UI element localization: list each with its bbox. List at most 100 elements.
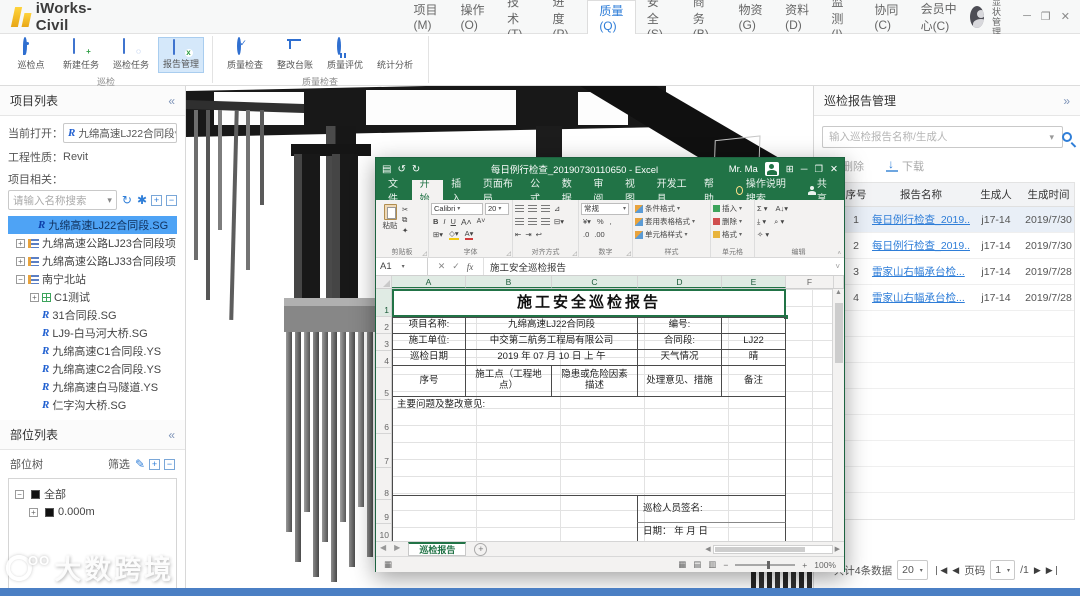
parts-tree-item[interactable]: +0.000m bbox=[15, 503, 170, 521]
restore-icon[interactable]: ❐ bbox=[1041, 10, 1051, 23]
cell-title[interactable]: 施工安全巡检报告 bbox=[392, 289, 786, 317]
expander-icon[interactable]: + bbox=[29, 507, 38, 517]
first-page-icon[interactable]: ❘◀ bbox=[933, 565, 947, 576]
zoom-out-icon[interactable]: − bbox=[723, 560, 728, 570]
dialog-launcher-icon[interactable]: ◿ bbox=[626, 250, 631, 257]
menu-material[interactable]: 物资(G) bbox=[728, 0, 775, 34]
delete-cells-button[interactable]: 删除 bbox=[722, 216, 737, 227]
report-row[interactable]: 3 雷家山右幅承台检... j17-14 2019/7/28 bbox=[820, 259, 1074, 285]
share-button[interactable]: 共享 bbox=[800, 179, 840, 205]
menu-project[interactable]: 项目(M) bbox=[403, 0, 450, 34]
tab-nav-right-icon[interactable]: ▶ bbox=[390, 542, 404, 556]
column-headers[interactable]: A B C D E F bbox=[376, 276, 844, 289]
insert-cells-button[interactable]: 插入 bbox=[722, 203, 737, 214]
name-box[interactable]: A1 bbox=[376, 258, 428, 275]
expand-all-icon[interactable]: + bbox=[149, 458, 160, 470]
menu-business[interactable]: 商务(B) bbox=[682, 0, 728, 41]
font-color-icon[interactable]: A▾ bbox=[464, 229, 474, 240]
sort-filter-icon[interactable]: A↓▾ bbox=[776, 204, 789, 213]
redo-icon[interactable]: ↻ bbox=[412, 164, 420, 175]
download-button[interactable]: 下载 bbox=[886, 157, 924, 174]
report-link[interactable]: 雷家山右幅承台检... bbox=[872, 266, 965, 278]
cut-icon[interactable]: ✂ bbox=[402, 205, 408, 214]
expander-icon[interactable]: + bbox=[16, 256, 25, 266]
font-grow-icon[interactable]: A˄ bbox=[461, 217, 472, 227]
format-table-button[interactable]: 套用表格格式 bbox=[645, 216, 690, 227]
menu-tech[interactable]: 技术(T) bbox=[496, 0, 541, 41]
excel-menu-insert[interactable]: 插入 bbox=[443, 179, 475, 205]
menu-collab[interactable]: 协同(C) bbox=[863, 0, 909, 34]
currency-icon[interactable]: ¥▾ bbox=[583, 217, 591, 226]
prev-page-icon[interactable]: ◀ bbox=[952, 565, 959, 576]
collapse-left-icon[interactable] bbox=[168, 94, 175, 108]
report-row[interactable]: 1 每日例行检查_2019... j17-14 2019/7/30 bbox=[820, 207, 1074, 233]
page-layout-view-icon[interactable]: ▤ bbox=[693, 559, 701, 570]
macro-record-icon[interactable]: ▦ bbox=[384, 559, 392, 570]
align-top-icon[interactable] bbox=[515, 204, 524, 213]
spreadsheet-grid[interactable]: 1 2 3 4 5 6 7 8 9 10 施工安全巡检报告 项目名称: 九绵高速… bbox=[376, 289, 844, 541]
report-link[interactable]: 每日例行检查_2019... bbox=[872, 240, 970, 252]
expander-icon[interactable]: + bbox=[16, 238, 25, 248]
excel-menu-review[interactable]: 审阅 bbox=[585, 179, 617, 205]
tell-me-search[interactable]: 操作说明搜索 bbox=[728, 179, 800, 205]
btn-quality-award[interactable]: 质量评优 bbox=[322, 37, 368, 73]
close-icon[interactable]: ✕ bbox=[1061, 10, 1070, 23]
search-icon[interactable] bbox=[1062, 132, 1072, 142]
italic-button[interactable]: I bbox=[443, 217, 445, 226]
enter-icon[interactable]: ✓ bbox=[452, 261, 460, 272]
horizontal-scrollbar[interactable] bbox=[712, 544, 833, 554]
orientation-icon[interactable]: ⊿ bbox=[554, 204, 560, 213]
excel-menu-help[interactable]: 帮助 bbox=[696, 179, 728, 205]
excel-menu-developer[interactable]: 开发工具 bbox=[649, 179, 696, 205]
filter-label[interactable]: 筛选 bbox=[108, 456, 130, 472]
format-painter-icon[interactable]: ✦ bbox=[402, 226, 408, 235]
btn-rectify-ledger[interactable]: 整改台账 bbox=[272, 37, 318, 73]
btn-inspection-point[interactable]: 巡检点 bbox=[8, 37, 54, 73]
decimal-increase-icon[interactable]: .0 bbox=[583, 230, 589, 239]
user-avatar[interactable] bbox=[970, 5, 985, 28]
align-middle-icon[interactable] bbox=[528, 204, 537, 213]
bold-button[interactable]: B bbox=[433, 217, 438, 226]
btn-new-task[interactable]: + 新建任务 bbox=[58, 37, 104, 73]
minimize-icon[interactable]: ─ bbox=[1023, 10, 1031, 23]
excel-menu-view[interactable]: 视图 bbox=[617, 179, 649, 205]
tree-item-project[interactable]: R 九绵高速C1合同段.YS bbox=[8, 342, 177, 360]
collapse-ribbon-icon[interactable]: ˄ bbox=[837, 251, 841, 257]
conditional-format-button[interactable]: 条件格式 bbox=[645, 203, 675, 214]
tree-item-project[interactable]: − 南宁北站 bbox=[8, 270, 177, 288]
dialog-launcher-icon[interactable]: ◿ bbox=[506, 250, 511, 257]
last-page-icon[interactable]: ▶❘ bbox=[1046, 565, 1060, 576]
undo-icon[interactable]: ↺ bbox=[397, 164, 405, 175]
comma-icon[interactable]: , bbox=[610, 217, 612, 226]
add-sheet-icon[interactable]: + bbox=[474, 543, 488, 556]
borders-icon[interactable]: ⊞▾ bbox=[433, 230, 443, 239]
tree-item-project[interactable]: R 九绵高速C2合同段.YS bbox=[8, 360, 177, 378]
formula-expand-icon[interactable]: ˅ bbox=[835, 262, 844, 271]
copy-icon[interactable]: ⧉ bbox=[402, 215, 408, 225]
menu-document[interactable]: 资料(D) bbox=[774, 0, 820, 34]
checkbox-checked-icon[interactable] bbox=[31, 489, 40, 499]
menu-member-center[interactable]: 会员中心(C) bbox=[910, 0, 971, 34]
ribbon-display-icon[interactable]: ⊞ bbox=[786, 164, 794, 175]
excel-menu-formulas[interactable]: 公式 bbox=[522, 179, 554, 205]
underline-button[interactable]: U bbox=[451, 217, 456, 226]
cell-styles-button[interactable]: 单元格样式 bbox=[645, 229, 683, 240]
tree-item-project[interactable]: + C1测试 bbox=[8, 288, 177, 306]
expander-icon[interactable]: − bbox=[15, 489, 24, 499]
scroll-up-icon[interactable]: ▲ bbox=[835, 289, 842, 296]
parts-tree-item[interactable]: − 全部 bbox=[15, 485, 170, 503]
tree-item-project[interactable]: R LJ9-白马河大桥.SG bbox=[8, 324, 177, 342]
sheet-cells[interactable]: 施工安全巡检报告 项目名称: 九绵高速LJ22合同段 编号: 施工单位: 中交第… bbox=[392, 289, 832, 541]
collapse-all-icon[interactable]: − bbox=[164, 458, 175, 470]
format-cells-button[interactable]: 格式 bbox=[722, 229, 737, 240]
sheet-tab[interactable]: 巡检报告 bbox=[408, 542, 467, 556]
project-search-select[interactable]: 请输入名称搜索 bbox=[8, 190, 117, 210]
next-page-icon[interactable]: ▶ bbox=[1034, 565, 1041, 576]
align-left-icon[interactable] bbox=[515, 217, 524, 226]
scroll-thumb[interactable] bbox=[835, 303, 843, 363]
report-row[interactable]: 4 雷家山右幅承台检... j17-14 2019/7/28 bbox=[820, 285, 1074, 311]
indent-decrease-icon[interactable]: ⇤ bbox=[515, 230, 521, 239]
tree-item-project[interactable]: +九绵高速公路LJ33合同段项目部 bbox=[8, 252, 177, 270]
percent-icon[interactable]: % bbox=[597, 217, 604, 226]
collapse-left-icon[interactable] bbox=[168, 428, 175, 442]
